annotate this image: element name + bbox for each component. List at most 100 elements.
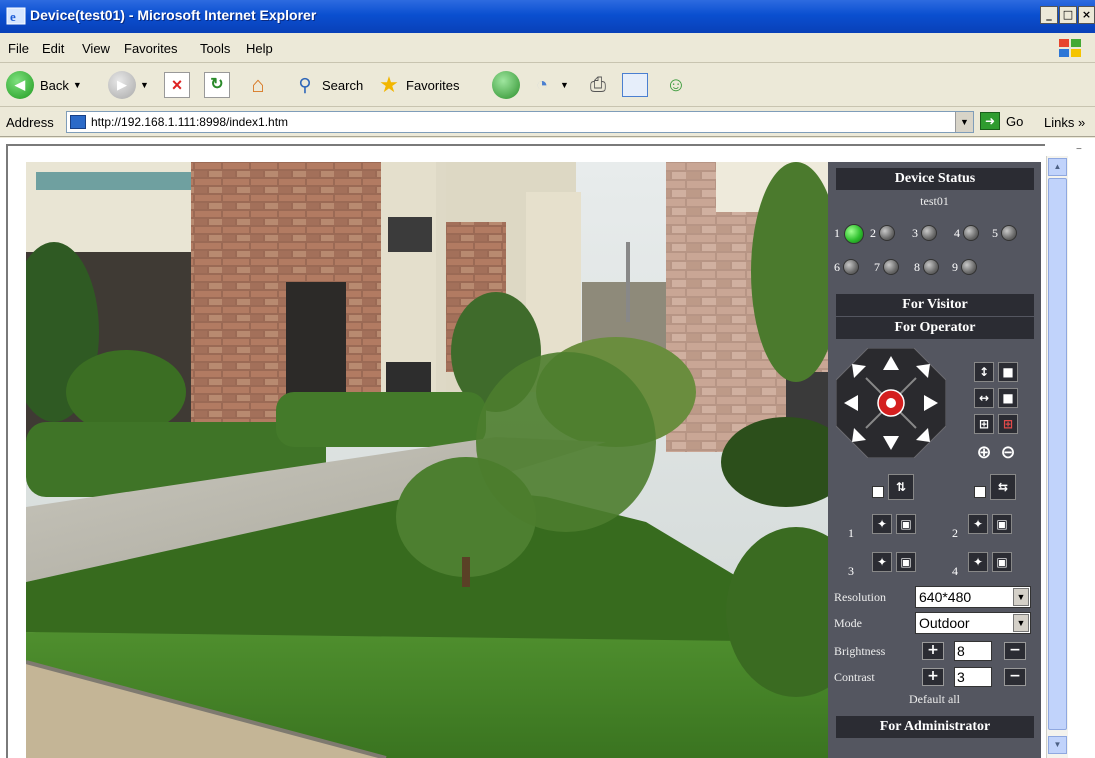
mirror-checkbox[interactable] (974, 486, 986, 498)
zoom-in-icon[interactable]: ⊕ (974, 442, 994, 463)
media-button[interactable] (492, 69, 520, 101)
brightness-minus-button[interactable]: − (1004, 642, 1026, 660)
media-icon (492, 71, 520, 99)
close-button[interactable]: × (1078, 6, 1095, 24)
svg-text:e: e (10, 9, 16, 24)
preset-1-save-icon[interactable]: ▣ (896, 514, 916, 534)
contrast-field[interactable]: 3 (954, 667, 992, 687)
preset-1-goto-icon[interactable]: ✦ (872, 514, 892, 534)
menu-edit[interactable]: Edit (42, 41, 64, 56)
preset-2-goto-icon[interactable]: ✦ (968, 514, 988, 534)
channel-8-led[interactable] (923, 259, 939, 275)
device-status-header: Device Status (836, 168, 1034, 190)
go-button[interactable]: ➜ Go (980, 112, 1023, 130)
preset-3-save-icon[interactable]: ▣ (896, 552, 916, 572)
scroll-up-icon[interactable]: ▲ (1048, 158, 1067, 176)
channel-3-led[interactable] (921, 225, 937, 241)
go-label: Go (1006, 113, 1024, 129)
menu-bar: File Edit View Favorites Tools Help (0, 33, 1095, 63)
tilt-patrol-icon[interactable]: ↕ (974, 362, 994, 382)
for-visitor-header[interactable]: For Visitor (836, 294, 1034, 316)
preset-4-save-icon[interactable]: ▣ (992, 552, 1012, 572)
menu-favorites[interactable]: Favorites (124, 41, 177, 56)
default-all-link[interactable]: Default all (828, 692, 1041, 707)
device-name: test01 (920, 194, 949, 208)
flip-checkbox[interactable] (872, 486, 884, 498)
favorites-star-icon: ★ (379, 72, 399, 97)
window-title: Device(test01) - Microsoft Internet Expl… (30, 7, 317, 23)
chevron-down-icon: ▼ (1013, 614, 1029, 632)
links-button[interactable]: Links » (1044, 115, 1085, 130)
search-button[interactable]: ⚲ Search (292, 69, 363, 101)
camera-view (26, 162, 828, 758)
channel-9-led[interactable] (961, 259, 977, 275)
back-button[interactable]: ◀ Back ▼ (6, 69, 82, 101)
scroll-down-icon[interactable]: ▼ (1048, 736, 1067, 754)
print-icon: ⎙ (590, 74, 606, 96)
preset-number: 2 (952, 526, 958, 540)
contrast-plus-button[interactable]: + (922, 668, 944, 686)
address-input[interactable]: http://192.168.1.111:8998/index1.htm ▼ (66, 111, 974, 133)
pan-patrol-icon[interactable]: ↔ (974, 388, 994, 408)
forward-button[interactable]: ▶ ▼ (108, 69, 149, 101)
channel-2-led[interactable] (879, 225, 895, 241)
preset-number: 4 (952, 564, 958, 578)
channel-7-led[interactable] (883, 259, 899, 275)
maximize-button[interactable]: □ (1059, 6, 1077, 24)
edit-button[interactable] (622, 69, 648, 101)
zoom-out-icon[interactable]: ⊖ (998, 442, 1018, 463)
channel-5-led[interactable] (1001, 225, 1017, 241)
resolution-label: Resolution (834, 590, 887, 604)
print-button[interactable]: ⎙ (584, 69, 612, 101)
refresh-icon: ↻ (204, 72, 230, 98)
history-button[interactable]: ◔ ▼ (528, 69, 569, 101)
messenger-button[interactable]: ☺ (662, 69, 690, 101)
mirror-icon: ⇆ (990, 474, 1016, 500)
mode-label: Mode (834, 616, 862, 630)
minimize-button[interactable]: _ (1040, 6, 1058, 24)
menu-file[interactable]: File (8, 41, 29, 56)
flip-icon: ⇅ (888, 474, 914, 500)
menu-tools[interactable]: Tools (200, 41, 230, 56)
preset-2-save-icon[interactable]: ▣ (992, 514, 1012, 534)
menu-view[interactable]: View (82, 41, 110, 56)
page-content: Device Status test01 1 2 3 4 5 6 7 8 9 F… (0, 138, 1095, 758)
home-button[interactable]: ⌂ (244, 69, 272, 101)
ptz-direction-pad[interactable] (836, 348, 946, 458)
chevron-down-icon: ▼ (140, 80, 149, 90)
io-off-icon[interactable]: ⊞ (998, 414, 1018, 434)
resolution-select[interactable]: 640*480 ▼ (915, 586, 1031, 608)
contrast-minus-button[interactable]: − (1004, 668, 1026, 686)
channel-number: 1 (834, 226, 840, 240)
pan-stop-icon[interactable]: ■ (998, 388, 1018, 408)
forward-arrow-icon: ▶ (108, 71, 136, 99)
back-label: Back (40, 77, 69, 93)
for-administrator-header[interactable]: For Administrator (836, 716, 1034, 738)
mode-select[interactable]: Outdoor ▼ (915, 612, 1031, 634)
preset-3-goto-icon[interactable]: ✦ (872, 552, 892, 572)
contrast-label: Contrast (834, 670, 875, 684)
address-label: Address (6, 115, 54, 130)
brightness-field[interactable]: 8 (954, 641, 992, 661)
mode-value: Outdoor (919, 615, 970, 631)
favorites-button[interactable]: ★ Favorites (376, 69, 459, 101)
stop-button[interactable]: × (164, 69, 190, 101)
scroll-thumb[interactable] (1048, 178, 1067, 730)
vertical-scrollbar[interactable]: ▲ ▼ (1046, 156, 1068, 758)
for-operator-header[interactable]: For Operator (836, 317, 1034, 339)
channel-1-led[interactable] (844, 224, 864, 244)
channel-6-led[interactable] (843, 259, 859, 275)
channel-number: 7 (874, 260, 880, 274)
address-dropdown-icon[interactable]: ▼ (955, 112, 973, 132)
tilt-stop-icon[interactable]: ■ (998, 362, 1018, 382)
menu-help[interactable]: Help (246, 41, 273, 56)
io-on-icon[interactable]: ⊞ (974, 414, 994, 434)
brightness-plus-button[interactable]: + (922, 642, 944, 660)
preset-4-goto-icon[interactable]: ✦ (968, 552, 988, 572)
channel-number: 5 (992, 226, 998, 240)
corner-grip-icon: − (1076, 144, 1082, 155)
refresh-button[interactable]: ↻ (204, 69, 230, 101)
chevron-down-icon: ▼ (1013, 588, 1029, 606)
channel-4-led[interactable] (963, 225, 979, 241)
edit-page-icon (622, 73, 648, 97)
